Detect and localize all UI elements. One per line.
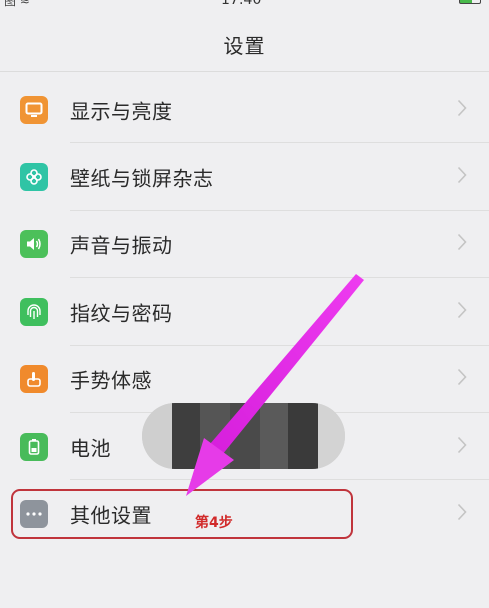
gesture-icon (20, 365, 48, 394)
settings-item-sound[interactable]: 声音与振动 (0, 211, 489, 279)
settings-item-label: 电池 (70, 436, 111, 461)
settings-item-label: 壁纸与锁屏杂志 (70, 166, 214, 191)
settings-item-label: 手势体感 (70, 368, 152, 393)
settings-screen: 图 ≈ 17:40 设置 显示与亮度 壁纸与锁屏杂志 声音与振动 指纹与密码 手… (0, 0, 489, 608)
settings-list: 显示与亮度 壁纸与锁屏杂志 声音与振动 指纹与密码 手势体感 电池 其他设置 (0, 76, 489, 548)
fingerprint-icon (20, 297, 48, 326)
chevron-right-icon (457, 99, 467, 121)
settings-item-fingerprint[interactable]: 指纹与密码 (0, 278, 489, 346)
status-time: 17:40 (221, 0, 262, 8)
status-bar: 图 ≈ 17:40 (0, 0, 489, 8)
status-icons: 图 ≈ (4, 0, 30, 8)
speaker-icon (20, 230, 48, 259)
settings-item-wallpaper[interactable]: 壁纸与锁屏杂志 (0, 143, 489, 211)
chevron-right-icon (457, 166, 467, 188)
settings-item-label: 显示与亮度 (70, 99, 173, 124)
chevron-right-icon (457, 503, 467, 525)
settings-item-label: 声音与振动 (70, 233, 173, 258)
chevron-right-icon (457, 301, 467, 323)
chevron-right-icon (457, 233, 467, 255)
chevron-right-icon (457, 436, 467, 458)
battery-status-icon (459, 0, 481, 4)
pixelated-overlay (142, 403, 345, 469)
chevron-right-icon (457, 368, 467, 390)
flower-icon (20, 163, 48, 192)
header-divider (0, 71, 489, 72)
settings-item-display[interactable]: 显示与亮度 (0, 76, 489, 144)
step-label: 第4步 (195, 515, 233, 531)
display-icon (20, 95, 48, 124)
battery-icon (20, 432, 48, 461)
highlight-box (11, 489, 353, 539)
settings-item-label: 指纹与密码 (70, 301, 173, 326)
page-title: 设置 (223, 34, 266, 58)
